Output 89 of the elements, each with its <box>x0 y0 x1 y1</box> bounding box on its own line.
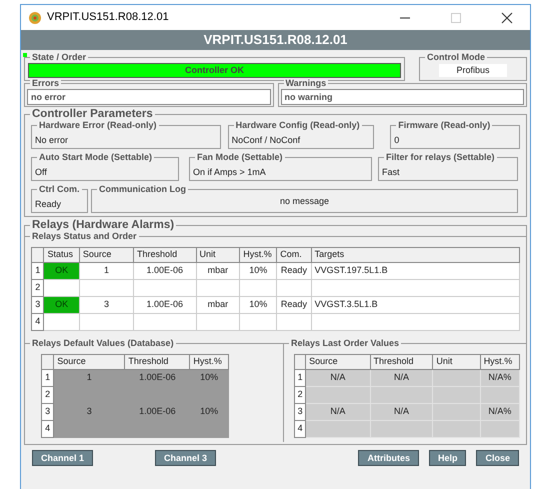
group-label: Firmware (Read-only) <box>396 120 492 131</box>
row-number: 1 <box>42 370 54 386</box>
row-number: 2 <box>32 280 44 296</box>
table-cell: 10% <box>190 404 228 420</box>
row-number: 3 <box>42 404 54 420</box>
channel-button[interactable]: Channel 1 <box>32 450 94 466</box>
table-cell: 1.00E-06 <box>134 262 196 280</box>
channel-button[interactable]: Channel 3 <box>155 450 216 466</box>
table-cell: 10% <box>190 370 228 386</box>
row-number: 2 <box>294 386 306 404</box>
group-label: Warnings <box>284 78 328 89</box>
parameter-value: Ready <box>35 198 62 210</box>
status-cell: OK <box>44 296 80 314</box>
group-label: Relays (Hardware Alarms) <box>30 218 176 232</box>
table-cell: VVGST.3.5L1.B <box>311 296 520 314</box>
group-label: Errors <box>30 78 62 89</box>
table-cell: 3 <box>79 296 134 314</box>
column-header: Threshold <box>370 354 433 370</box>
column-header: Hyst.% <box>190 354 228 370</box>
action-button[interactable]: Close <box>476 450 519 466</box>
table-cell: mbar <box>196 296 240 314</box>
group-label: Ctrl Com. <box>37 184 82 195</box>
column-header: Source <box>54 354 125 370</box>
table-cell: N/A <box>306 370 370 386</box>
row-number: 1 <box>32 262 44 280</box>
table-cell: N/A% <box>480 404 520 420</box>
group-label: Hardware Error (Read-only) <box>37 120 159 131</box>
row-number: 4 <box>294 420 306 438</box>
group-label: Auto Start Mode (Settable) <box>37 152 154 163</box>
table-cell: 1.00E-06 <box>134 296 196 314</box>
group-label: Communication Log <box>97 184 188 195</box>
table-cell: N/A <box>370 370 433 386</box>
mode-field: Profibus <box>439 64 507 77</box>
row-number: 3 <box>32 296 44 314</box>
column-header: Unit <box>432 354 480 370</box>
group-label: Relays Last Order Values <box>289 338 402 349</box>
table-cell: Ready <box>276 296 312 314</box>
row-number: 1 <box>294 370 306 386</box>
table-cell: VVGST.197.5L1.B <box>311 262 520 280</box>
parameter-value: Off <box>35 166 48 178</box>
table-cell: 10% <box>240 296 277 314</box>
table-cell: 1.00E-06 <box>124 370 190 386</box>
state-bar: Controller OK <box>28 63 401 78</box>
message-field: no warning <box>280 89 524 105</box>
row-number: 3 <box>294 404 306 420</box>
table-cell: 3 <box>54 404 125 420</box>
table-cell: N/A% <box>480 370 520 386</box>
close-icon[interactable] <box>501 12 513 24</box>
parameter-value: no message <box>278 195 330 207</box>
action-button[interactable]: Attributes <box>358 450 419 466</box>
parameter-value: NoConf / NoConf <box>232 134 302 146</box>
column-header: Threshold <box>124 354 190 370</box>
parameter-value: Fast <box>382 166 401 178</box>
table-cell: N/A <box>370 404 433 420</box>
table-cell: 1.00E-06 <box>124 404 190 420</box>
table-cell: Ready <box>276 262 312 280</box>
header-bar: VRPIT.US151.R08.12.01 <box>21 30 530 50</box>
group-label: Fan Mode (Settable) <box>195 152 285 163</box>
group-label: Control Mode <box>425 52 487 63</box>
column-header: Threshold <box>134 248 196 262</box>
table-cell: 1 <box>79 262 134 280</box>
column-header: Com. <box>276 248 312 262</box>
group-label: Hardware Config (Read-only) <box>234 120 362 131</box>
window-title: VRPIT.US151.R08.12.01 <box>47 10 170 26</box>
group-label: Relays Default Values (Database) <box>30 338 176 349</box>
row-number: 4 <box>32 314 44 330</box>
app-icon <box>28 10 42 24</box>
table-cell: 1 <box>54 370 125 386</box>
group-label: Filter for relays (Settable) <box>384 152 497 163</box>
row-number: 2 <box>42 386 54 404</box>
column-header: Source <box>306 354 370 370</box>
row-number: 4 <box>42 420 54 438</box>
column-header: Unit <box>196 248 240 262</box>
column-header: Hyst.% <box>480 354 520 370</box>
column-header: Status <box>44 248 80 262</box>
table-cell: N/A <box>306 404 370 420</box>
status-cell: OK <box>44 262 80 280</box>
parameter-value: 0 <box>394 134 400 146</box>
table-cell: 10% <box>240 262 277 280</box>
column-header: Targets <box>311 248 520 262</box>
column-header: Hyst.% <box>240 248 277 262</box>
parameter-value: No error <box>35 134 70 146</box>
table-cell: mbar <box>196 262 240 280</box>
message-field: no error <box>27 89 270 105</box>
parameter-value: On if Amps > 1mA <box>193 166 267 178</box>
column-header: Source <box>79 248 134 262</box>
group-label: State / Order <box>30 52 88 63</box>
action-button[interactable]: Help <box>428 450 466 466</box>
group-label: Relays Status and Order <box>30 231 139 242</box>
